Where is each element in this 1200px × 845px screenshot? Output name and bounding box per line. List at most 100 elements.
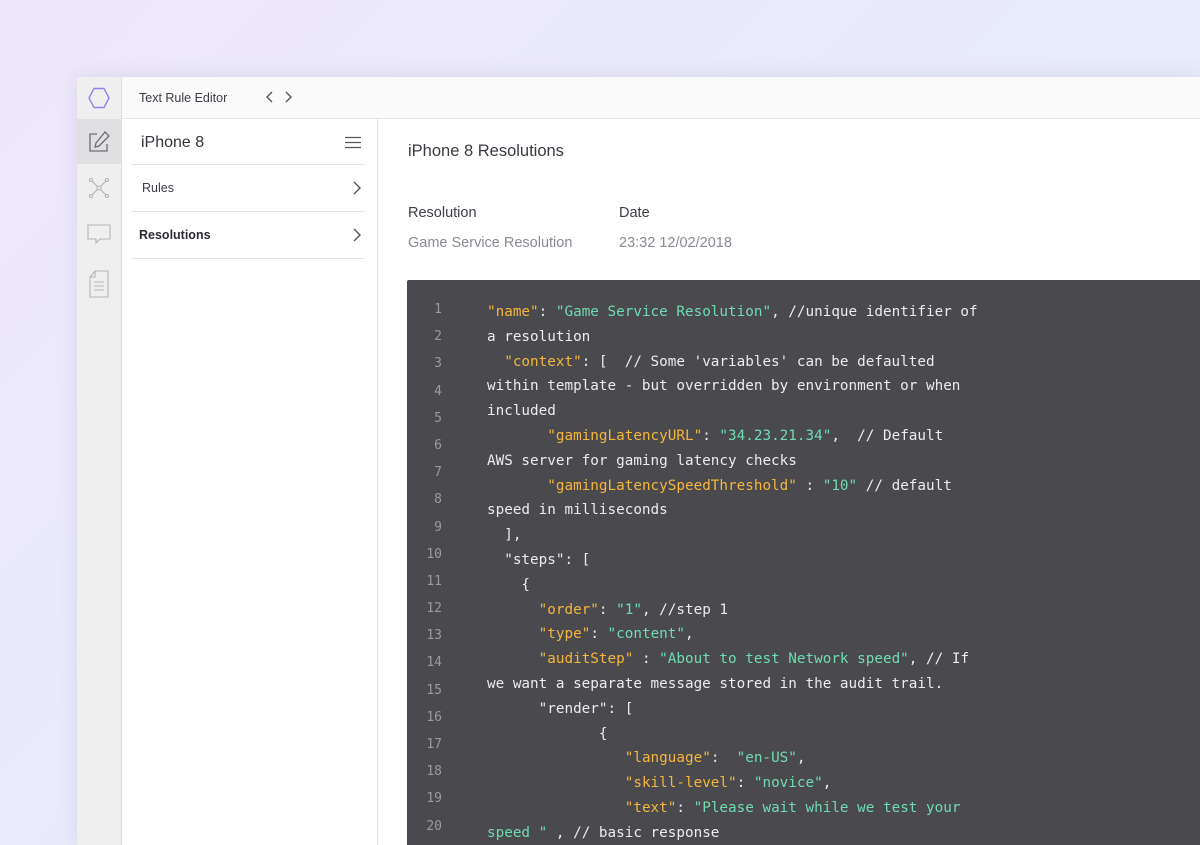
code-line: {: [487, 722, 1047, 747]
line-number: 20: [426, 818, 442, 834]
date-header: Date: [619, 205, 650, 221]
line-number: 11: [426, 573, 442, 589]
document-icon[interactable]: [77, 262, 121, 306]
code-string-token: speed ": [487, 824, 548, 841]
menu-button[interactable]: [343, 133, 363, 151]
line-number: 18: [426, 764, 442, 780]
line-number: 8: [434, 492, 442, 508]
main-content: iPhone 8 Resolutions Resolution Date Gam…: [378, 119, 1200, 845]
code-text-token: {: [487, 725, 608, 742]
code-line: "gamingLatencySpeedThreshold" : "10" // …: [487, 474, 1047, 499]
code-line: "type": "content",: [487, 622, 1047, 647]
code-text-token: // default: [857, 477, 952, 494]
page-title: iPhone 8 Resolutions: [408, 142, 564, 160]
code-text-token: , //step 1: [641, 601, 729, 618]
code-text-token: , // If: [908, 651, 970, 668]
code-text-token: , // Default: [831, 427, 944, 444]
line-number: 6: [434, 437, 442, 453]
code-text-token: "steps": [: [487, 551, 591, 568]
sidebar-item-rules[interactable]: Rules: [132, 165, 365, 212]
hamburger-menu-icon: [345, 136, 361, 148]
code-text-token: AWS server for gaming latency checks: [487, 452, 797, 469]
code-line: "steps": [: [487, 548, 1047, 573]
top-bar: Text Rule Editor: [122, 77, 1200, 119]
line-number: 9: [434, 519, 442, 535]
icon-rail: [77, 77, 122, 845]
code-editor[interactable]: 1 2 3 4 5 6 7 8 9 10 11 12 13 14 15 16 17 18 19 20 "name": …: [407, 280, 1200, 845]
code-text-token: :: [633, 651, 660, 668]
code-line: AWS server for gaming latency checks: [487, 449, 1047, 474]
code-text-token: :: [538, 304, 556, 320]
line-number: 10: [426, 546, 442, 562]
code-line: speed " , // basic response: [487, 821, 1047, 845]
code-string-token: "10": [822, 477, 858, 494]
code-text-token: , // basic response: [547, 824, 720, 841]
code-key-token: "order": [538, 601, 599, 618]
code-text-token: :: [736, 775, 754, 792]
code-line: "auditStep" : "About to test Network spe…: [487, 647, 1047, 672]
resolution-value[interactable]: Game Service Resolution: [408, 235, 572, 251]
code-text-token: ,: [796, 750, 806, 767]
code-string-token: "en-US": [736, 750, 797, 767]
forward-button[interactable]: [282, 88, 296, 106]
date-value: 23:32 12/02/2018: [619, 235, 732, 251]
code-key-token: "auditStep": [538, 651, 634, 668]
code-text-token: : [ // Some 'variables' can be defaulted: [581, 353, 935, 370]
line-number: 19: [426, 791, 442, 807]
sidebar-item-resolutions[interactable]: Resolutions: [132, 212, 365, 259]
code-line: "skill-level": "novice",: [487, 771, 1047, 796]
code-text-token: included: [487, 403, 556, 420]
code-string-token: "Game Service Resolution": [555, 304, 772, 320]
code-line: {: [487, 573, 1047, 598]
chevron-right-icon: [285, 91, 292, 103]
code-key-token: "gamingLatencyURL": [547, 427, 703, 444]
app-title: Text Rule Editor: [139, 91, 228, 105]
line-number-gutter: 1 2 3 4 5 6 7 8 9 10 11 12 13 14 15 16 17 18 19 20: [407, 302, 457, 845]
sidebar-header: iPhone 8: [132, 119, 365, 165]
sidebar: iPhone 8 Rules Resolutions: [122, 119, 378, 845]
device-name: iPhone 8: [141, 134, 205, 151]
code-key-token: "name": [487, 304, 539, 320]
network-icon[interactable]: [77, 166, 121, 210]
comment-icon[interactable]: [77, 212, 121, 256]
code-text-token: we want a separate message stored in the…: [487, 675, 944, 692]
code-body[interactable]: "name": "Game Service Resolution", //uni…: [487, 300, 1047, 845]
code-key-token: "context": [504, 353, 582, 370]
code-line: included: [487, 399, 1047, 424]
code-key-token: "language": [624, 750, 711, 767]
code-text-token: within template - but overridden by envi…: [487, 378, 961, 395]
code-line: "order": "1", //step 1: [487, 598, 1047, 623]
code-line: we want a separate message stored in the…: [487, 672, 1047, 697]
code-line: "render": [: [487, 697, 1047, 722]
line-number: 7: [434, 465, 442, 481]
back-button[interactable]: [262, 88, 276, 106]
code-string-token: "34.23.21.34": [719, 427, 832, 444]
code-line: a resolution: [487, 325, 1047, 350]
code-text-token: a resolution: [487, 328, 591, 345]
app-window: Text Rule Editor iPhone 8 Rules Resoluti…: [77, 77, 1200, 845]
code-key-token: "gamingLatencySpeedThreshold": [547, 477, 797, 494]
code-text-token: :: [710, 750, 737, 767]
code-line: within template - but overridden by envi…: [487, 374, 1047, 399]
line-number: 5: [434, 410, 442, 426]
code-line: "text": "Please wait while we test your: [487, 796, 1047, 821]
resolution-header: Resolution: [408, 205, 477, 221]
edit-icon[interactable]: [77, 120, 121, 164]
hexagon-icon[interactable]: [77, 77, 121, 120]
code-text-token: :: [796, 477, 823, 494]
chevron-left-icon: [266, 91, 273, 103]
line-number: 12: [426, 601, 442, 617]
line-number: 17: [426, 737, 442, 752]
code-text-token: ,: [685, 626, 694, 643]
code-string-token: "1": [616, 601, 642, 618]
line-number: 3: [434, 356, 442, 372]
code-text-token: "render": [: [487, 700, 634, 717]
line-number: 14: [426, 655, 442, 671]
line-number: 16: [426, 709, 442, 725]
code-line: "gamingLatencyURL": "34.23.21.34", // De…: [487, 424, 1047, 449]
code-line: "context": [ // Some 'variables' can be …: [487, 350, 1047, 375]
